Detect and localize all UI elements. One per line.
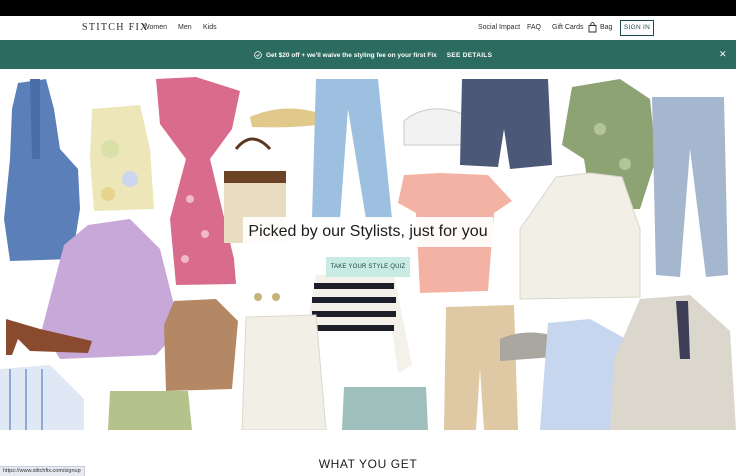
sage-jogger-shorts — [342, 387, 428, 430]
sign-in-button[interactable]: SIGN IN — [620, 20, 654, 36]
gray-jeans — [652, 97, 728, 277]
white-denim-skirt — [241, 314, 327, 430]
take-style-quiz-button[interactable]: TAKE YOUR STYLE QUIZ — [326, 257, 410, 277]
light-wash-jeans — [312, 79, 392, 219]
hero-collage: Picked by our Stylists, just for you TAK… — [0, 69, 736, 430]
straw-handbag — [234, 137, 272, 151]
bag-icon[interactable] — [588, 22, 597, 33]
blue-dress — [4, 79, 80, 261]
check-circle-icon — [254, 51, 262, 59]
promo-banner: Get $20 off + we'll waive the styling fe… — [0, 40, 736, 69]
browser-top-bar — [0, 0, 736, 16]
what-you-get-heading: WHAT YOU GET — [318, 457, 418, 471]
close-icon[interactable]: ✕ — [719, 49, 727, 60]
floral-top — [90, 105, 154, 211]
nav-link-men[interactable]: Men — [178, 24, 192, 31]
promo-text: Get $20 off + we'll waive the styling fe… — [266, 51, 437, 59]
navy-shorts — [460, 79, 552, 169]
nav-link-women[interactable]: Women — [143, 24, 167, 31]
green-linen-shorts — [108, 391, 192, 430]
linen-sport-coat — [610, 295, 736, 430]
khaki-chinos — [444, 305, 518, 430]
stitch-fix-logo[interactable]: STITCH FIX — [82, 22, 149, 33]
cream-quarter-zip — [519, 172, 641, 300]
gold-earring — [254, 293, 262, 301]
nav-link-gift-cards[interactable]: Gift Cards — [552, 24, 584, 31]
nav-link-social-impact[interactable]: Social Impact — [478, 24, 520, 31]
clothing-collage-image — [0, 77, 736, 430]
see-details-link[interactable]: SEE DETAILS — [447, 52, 492, 59]
hero-heading: Picked by our Stylists, just for you — [243, 217, 493, 247]
bag-label[interactable]: Bag — [600, 24, 612, 31]
nav-link-kids[interactable]: Kids — [203, 24, 217, 31]
site-header: STITCH FIX Women Men Kids Social Impact … — [0, 16, 736, 40]
nav-link-faq[interactable]: FAQ — [527, 24, 541, 31]
tan-linen-top — [164, 299, 238, 391]
link-preview-status-bar: https://www.stitchfix.com/signup — [0, 466, 85, 476]
